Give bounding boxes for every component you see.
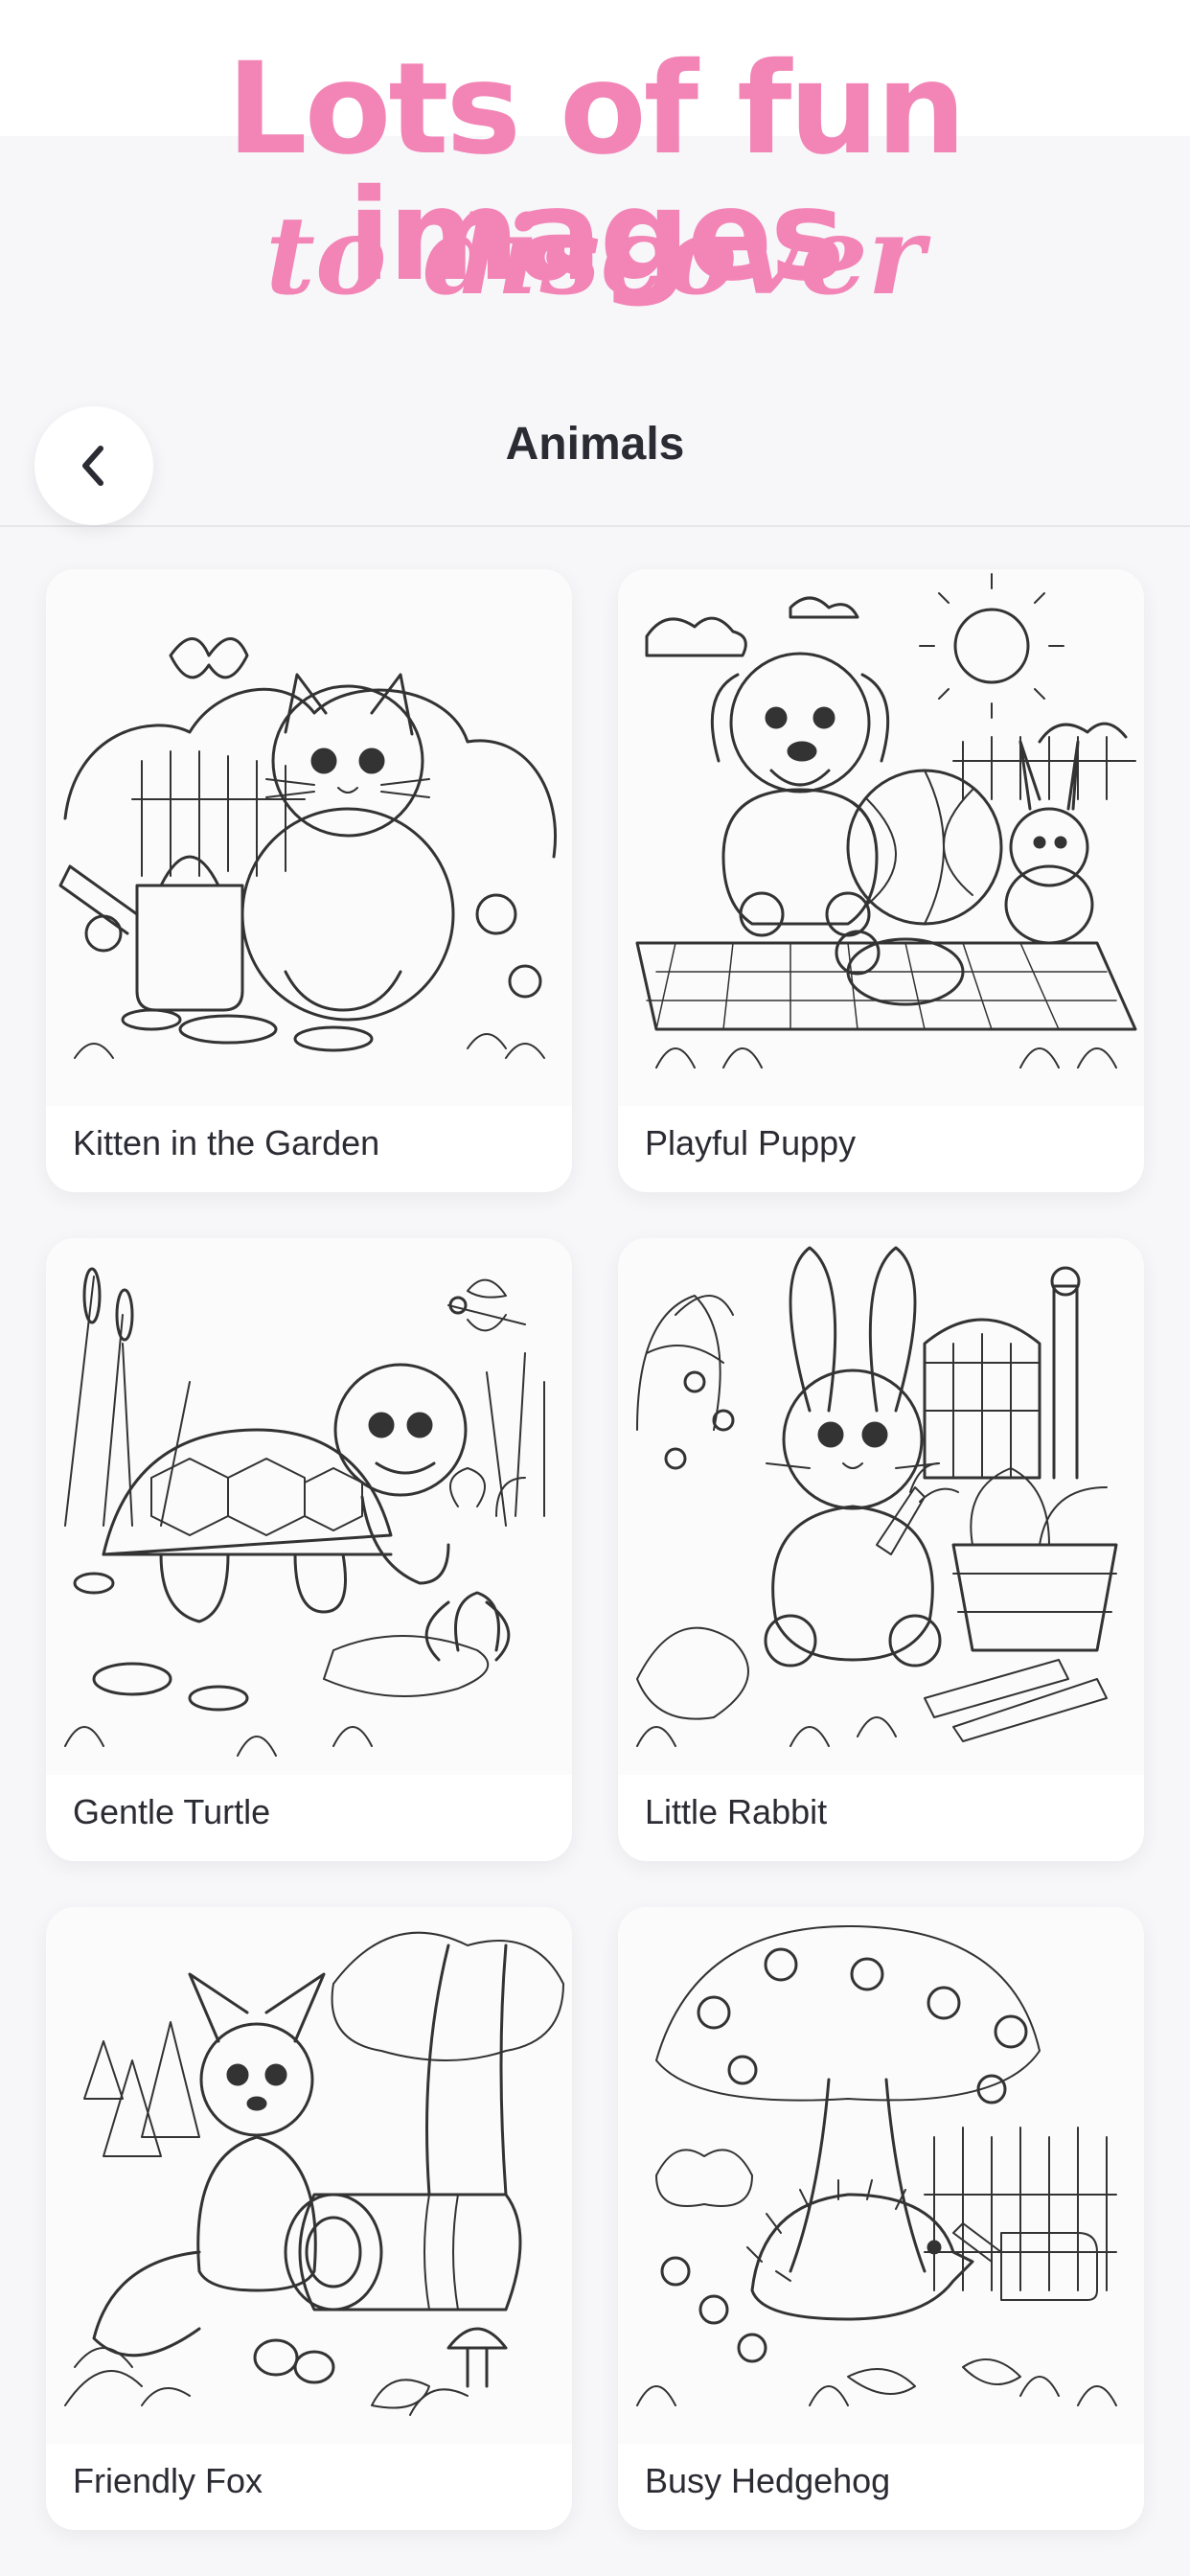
coloring-page-thumbnail: [618, 1907, 1144, 2444]
coloring-card-title: Busy Hedgehog: [645, 2461, 891, 2500]
coloring-card-title: Playful Puppy: [645, 1123, 857, 1162]
coloring-card[interactable]: Gentle Turtle: [46, 1238, 572, 1861]
coloring-page-thumbnail: [46, 1238, 572, 1775]
page-title: Animals: [505, 419, 685, 470]
coloring-page-thumbnail: [46, 1907, 572, 2444]
coloring-card-title: Kitten in the Garden: [73, 1123, 380, 1162]
coloring-card[interactable]: Playful Puppy: [618, 569, 1144, 1192]
coloring-page-thumbnail: [46, 569, 572, 1106]
coloring-card[interactable]: Friendly Fox: [46, 1907, 572, 2530]
coloring-card-title: Friendly Fox: [73, 2461, 263, 2500]
coloring-card[interactable]: Busy Hedgehog: [618, 1907, 1144, 2530]
coloring-card-title: Little Rabbit: [645, 1792, 828, 1831]
coloring-page-thumbnail: [618, 569, 1144, 1106]
navigation-bar: Animals: [0, 381, 1190, 527]
coloring-card[interactable]: Kitten in the Garden: [46, 569, 572, 1192]
coloring-card-title: Gentle Turtle: [73, 1792, 271, 1831]
coloring-card[interactable]: Little Rabbit: [618, 1238, 1144, 1861]
promo-subtitle: to discover: [265, 194, 925, 319]
coloring-page-thumbnail: [618, 1238, 1144, 1775]
